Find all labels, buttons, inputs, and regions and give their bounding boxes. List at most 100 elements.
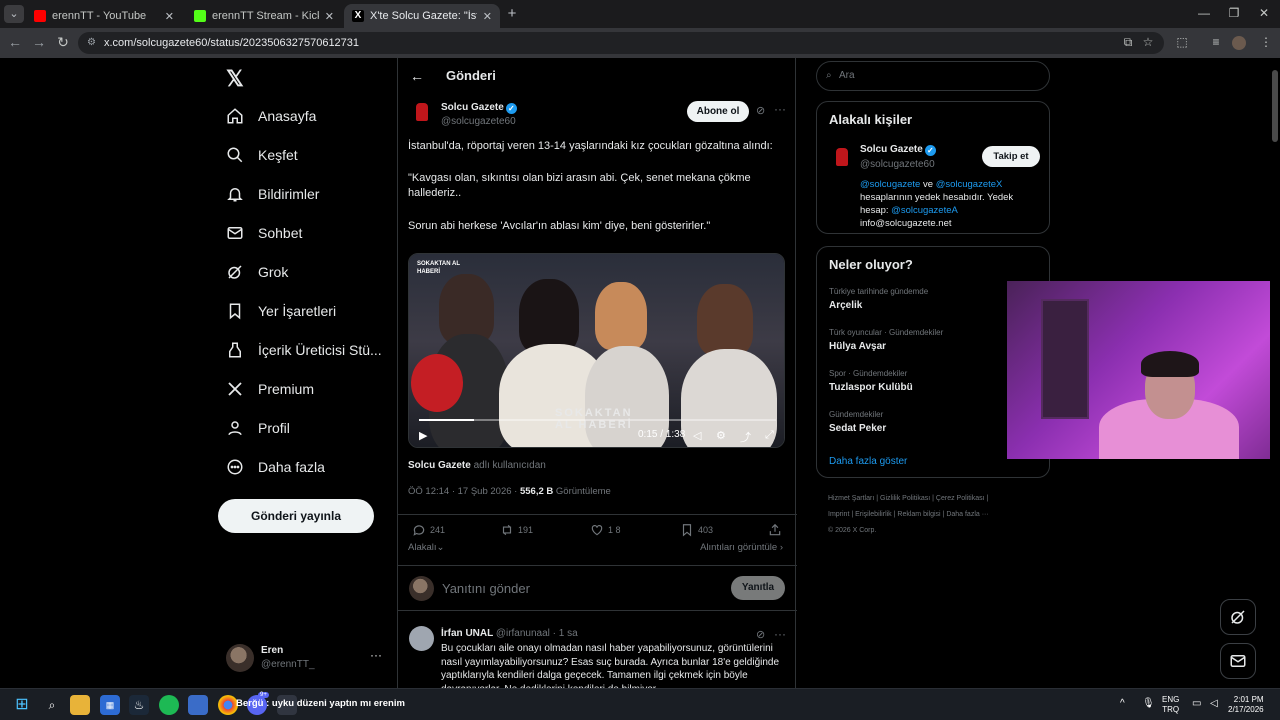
follow-button[interactable]: Takip et (982, 146, 1040, 167)
tab-kick[interactable]: erennTT Stream - Kick Dashboard ✕ (186, 4, 342, 28)
reply-button[interactable]: 241 (412, 523, 445, 537)
language-indicator[interactable]: ENG TRQ (1162, 695, 1179, 715)
fullscreen-icon[interactable]: ⤢ (765, 429, 774, 442)
like-button[interactable]: 1 8 (590, 523, 621, 537)
nav-item-grok[interactable]: Grok (226, 254, 288, 290)
tweet-time[interactable]: ÖÖ 12:14 · 17 Şub 2026 · (408, 486, 517, 497)
footer-link[interactable]: Erişilebilirlik (855, 511, 892, 518)
page-scrollbar[interactable] (1270, 58, 1280, 688)
source-name[interactable]: Solcu Gazete (408, 460, 471, 471)
post-button[interactable]: Gönderi yayınla (218, 499, 374, 533)
nav-item-notifications[interactable]: Bildirimler (226, 176, 319, 212)
nav-item-more[interactable]: Daha fazla (226, 449, 325, 485)
volume-icon[interactable]: ◁ (1210, 699, 1218, 709)
nav-item-chat[interactable]: Sohbet (226, 215, 302, 251)
minimize-icon[interactable]: — (1194, 6, 1214, 20)
trend-item[interactable]: Gündemdekiler Sedat Peker (829, 410, 886, 434)
more-icon[interactable]: ··· (774, 102, 786, 116)
close-tab-icon[interactable]: ✕ (165, 10, 174, 23)
bookmark-button[interactable]: 403 (680, 523, 713, 537)
maximize-icon[interactable]: ❐ (1224, 6, 1244, 20)
new-tab-button[interactable]: + (502, 5, 522, 23)
footer-link[interactable]: Reklam bilgisi (897, 511, 940, 518)
tab-search-button[interactable]: ⌄ (4, 5, 24, 23)
nav-item-creator-studio[interactable]: İçerik Üreticisi Stü... (226, 332, 382, 368)
microphone-icon[interactable]: 🎙 (1142, 699, 1155, 709)
trend-item[interactable]: Türk oyuncular · Gündemdekiler Hülya Avşa… (829, 328, 943, 352)
volume-icon[interactable]: ◁ (693, 429, 701, 442)
reply-tweet[interactable]: İrfan UNAL @irfanunaal · 1 sa ⊘ ··· Bu ç… (398, 618, 797, 688)
back-arrow-icon[interactable]: ← (410, 68, 424, 84)
author-avatar[interactable] (410, 100, 434, 124)
search-icon[interactable]: ⌕ (42, 695, 62, 715)
extensions-icon[interactable]: ⬚ (1174, 35, 1190, 49)
app-icon[interactable] (188, 695, 208, 715)
play-icon[interactable]: ▶ (419, 429, 427, 442)
close-tab-icon[interactable]: ✕ (483, 10, 492, 23)
nav-item-profile[interactable]: Profil (226, 410, 290, 446)
chevron-up-icon[interactable]: ^ (1120, 699, 1125, 709)
reply-submit-button[interactable]: Yanıtla (731, 576, 785, 600)
search-input[interactable]: ⌕ Ara (816, 61, 1050, 91)
site-info-icon[interactable]: ⚙ (87, 32, 96, 54)
settings-gear-icon[interactable]: ⚙ (716, 429, 726, 442)
nav-item-explore[interactable]: Keşfet (226, 137, 298, 173)
bio-link[interactable]: @solcugazete (860, 179, 920, 190)
more-icon[interactable]: ··· (370, 648, 382, 662)
media-icon[interactable]: ≡ (1208, 35, 1224, 49)
store-icon[interactable]: ▦ (100, 695, 120, 715)
windows-start-icon[interactable]: ⊞ (12, 695, 32, 715)
more-icon[interactable]: ··· (774, 627, 786, 641)
forward-icon[interactable]: → (30, 34, 48, 50)
footer-link[interactable]: Daha fazla ··· (946, 511, 988, 518)
clock[interactable]: 2:01 PM 2/17/2026 (1228, 695, 1264, 715)
show-more-link[interactable]: Daha fazla göster (829, 456, 907, 467)
footer-link[interactable]: Hizmet Şartları (828, 495, 874, 502)
grok-icon[interactable]: ⊘ (756, 104, 765, 117)
related-name[interactable]: Solcu Gazete ✓ (860, 144, 936, 156)
related-avatar[interactable] (829, 144, 855, 170)
profile-avatar[interactable] (1232, 36, 1246, 50)
share-button[interactable] (768, 523, 782, 537)
footer-link[interactable]: Çerez Politikası (936, 495, 985, 502)
address-bar[interactable]: ⚙ x.com/solcugazete60/status/20235063275… (78, 32, 1164, 54)
reload-icon[interactable]: ↻ (54, 34, 72, 51)
view-quotes-link[interactable]: Alıntıları görüntüle › (700, 542, 783, 553)
tab-youtube[interactable]: erennTT - YouTube ✕ (26, 4, 182, 28)
nav-item-premium[interactable]: Premium (226, 371, 314, 407)
close-tab-icon[interactable]: ✕ (325, 10, 334, 23)
trend-item[interactable]: Türkiye tarihinde gündemde Arçelik (829, 287, 928, 311)
reply-author[interactable]: İrfan UNAL @irfanunaal · 1 sa (441, 628, 578, 639)
sort-dropdown[interactable]: Alakalı⌄ (408, 542, 444, 553)
network-icon[interactable]: ▭ (1192, 699, 1201, 709)
reply-input[interactable]: Yanıtını gönder (442, 581, 530, 596)
nav-item-bookmarks[interactable]: Yer İşaretleri (226, 293, 336, 329)
grok-icon[interactable]: ⊘ (756, 628, 765, 641)
rotate-icon[interactable]: ⤴ (740, 429, 751, 445)
grok-float-button[interactable] (1220, 599, 1256, 635)
footer-link[interactable]: Imprint (828, 511, 849, 518)
trend-item[interactable]: Spor · Gündemdekiler Tuzlaspor Kulübü (829, 369, 913, 393)
chrome-icon[interactable] (218, 695, 238, 715)
scrollbar-thumb[interactable] (1272, 70, 1278, 142)
author-handle[interactable]: @solcugazete60 (441, 116, 516, 127)
video-player[interactable]: SOKAKTAN AL HABERİ SOKAKTAN AL HABERİ ▶ … (408, 253, 785, 448)
author-name[interactable]: Solcu Gazete ✓ (441, 102, 517, 114)
file-explorer-icon[interactable] (70, 695, 90, 715)
repost-button[interactable]: 191 (500, 523, 533, 537)
window-close-icon[interactable]: ✕ (1254, 6, 1274, 20)
menu-icon[interactable]: ⋮ (1258, 35, 1274, 49)
footer-link[interactable]: Gizlilik Politikası (880, 495, 930, 502)
install-app-icon[interactable]: ⧉ (1120, 35, 1136, 50)
messages-float-button[interactable] (1220, 643, 1256, 679)
bio-link[interactable]: @solcugazeteX (936, 179, 1003, 190)
tab-x[interactable]: X X'te Solcu Gazete: "İstanbul'da, röpor… (344, 4, 500, 28)
spotify-icon[interactable] (159, 695, 179, 715)
bio-link[interactable]: @solcugazeteA (891, 205, 958, 216)
video-progress[interactable] (419, 419, 776, 421)
steam-icon[interactable]: ♨ (129, 695, 149, 715)
reply-avatar[interactable] (409, 626, 434, 651)
account-switcher[interactable]: Eren @erennTT_ ··· (226, 642, 386, 674)
back-icon[interactable]: ← (6, 34, 24, 50)
x-logo-icon[interactable]: 𝕏 (226, 66, 244, 92)
